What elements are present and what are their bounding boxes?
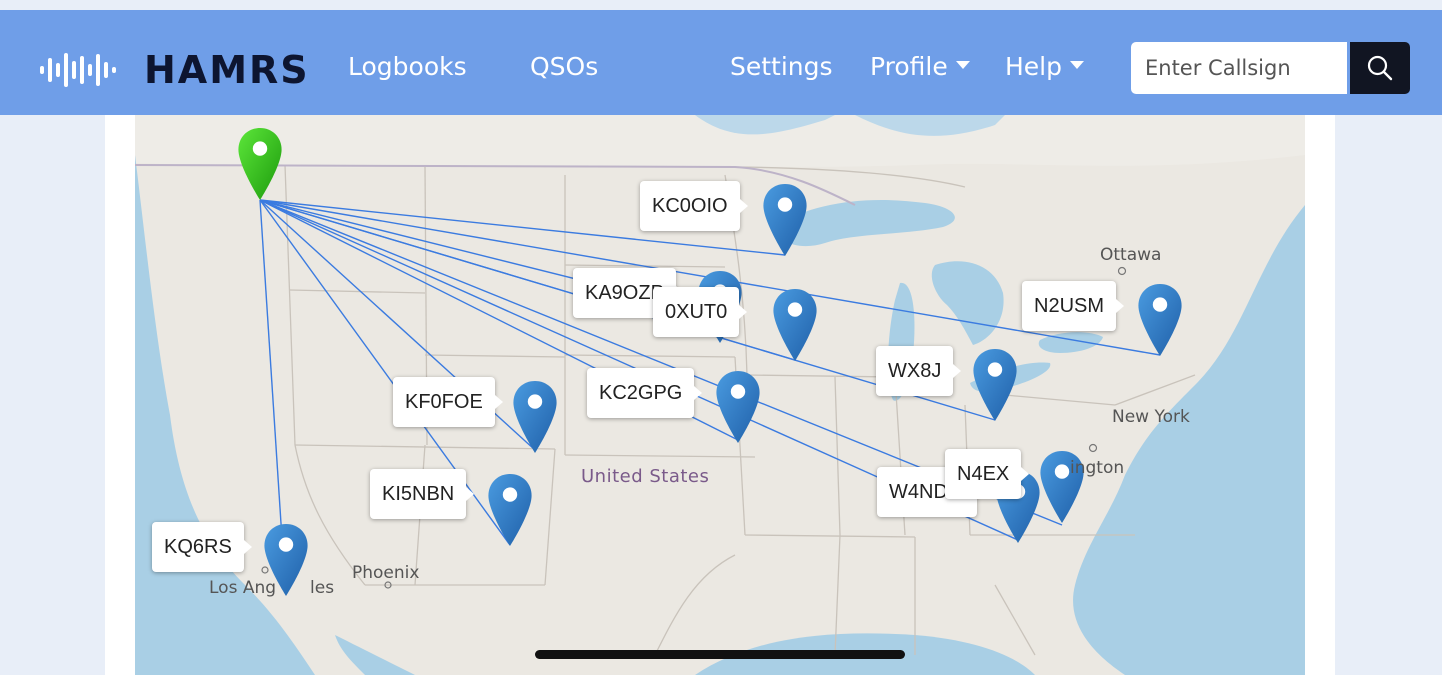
callout-kq6rs[interactable]: KQ6RS: [152, 522, 252, 572]
label-new-york: New York: [1112, 407, 1190, 427]
nav-logbooks[interactable]: Logbooks: [348, 52, 467, 81]
nav-qsos[interactable]: QSOs: [530, 52, 598, 81]
callout-kf0foe[interactable]: KF0FOE: [393, 377, 503, 427]
nav-help-label: Help: [1005, 52, 1062, 81]
callout-ki5nbn[interactable]: KI5NBN: [370, 469, 475, 519]
caret-down-icon: [955, 61, 970, 69]
callout-n2usm[interactable]: N2USM: [1022, 281, 1125, 331]
nav-settings[interactable]: Settings: [730, 52, 833, 81]
label-ottawa: Ottawa: [1100, 245, 1162, 265]
top-navbar: HAMRS Logbooks QSOs Settings Profile Hel…: [0, 10, 1442, 115]
brand-logo[interactable]: HAMRS: [38, 48, 310, 92]
callsign-search-input[interactable]: [1131, 42, 1347, 94]
label-phoenix: Phoenix: [352, 563, 420, 583]
nav-help-dropdown[interactable]: Help: [1005, 52, 1084, 81]
label-los-angeles: Los Ang les: [209, 578, 334, 598]
caret-down-icon: [1070, 61, 1084, 69]
qso-map[interactable]: Ottawa New York ington United States Pho…: [135, 115, 1305, 675]
callout-0xut0[interactable]: 0XUT0: [653, 287, 748, 337]
callout-kc2gpg[interactable]: KC2GPG: [587, 368, 703, 418]
nav-profile-dropdown[interactable]: Profile: [870, 52, 970, 81]
brand-name: HAMRS: [144, 48, 310, 92]
search-button[interactable]: [1350, 42, 1410, 94]
search-icon: [1367, 55, 1393, 81]
label-washington: ington: [1070, 458, 1125, 478]
callout-wx8j[interactable]: WX8J: [876, 346, 962, 396]
label-united-states: United States: [581, 466, 710, 487]
label-los-angeles-start: Los Ang: [209, 578, 277, 598]
callout-n4ex[interactable]: N4EX: [945, 449, 1030, 499]
label-los-angeles-end: les: [310, 578, 335, 598]
home-indicator-bar[interactable]: [535, 650, 905, 659]
nav-profile-label: Profile: [870, 52, 948, 81]
callout-kc0oio[interactable]: KC0OIO: [640, 181, 748, 231]
soundwave-icon: [40, 53, 116, 87]
